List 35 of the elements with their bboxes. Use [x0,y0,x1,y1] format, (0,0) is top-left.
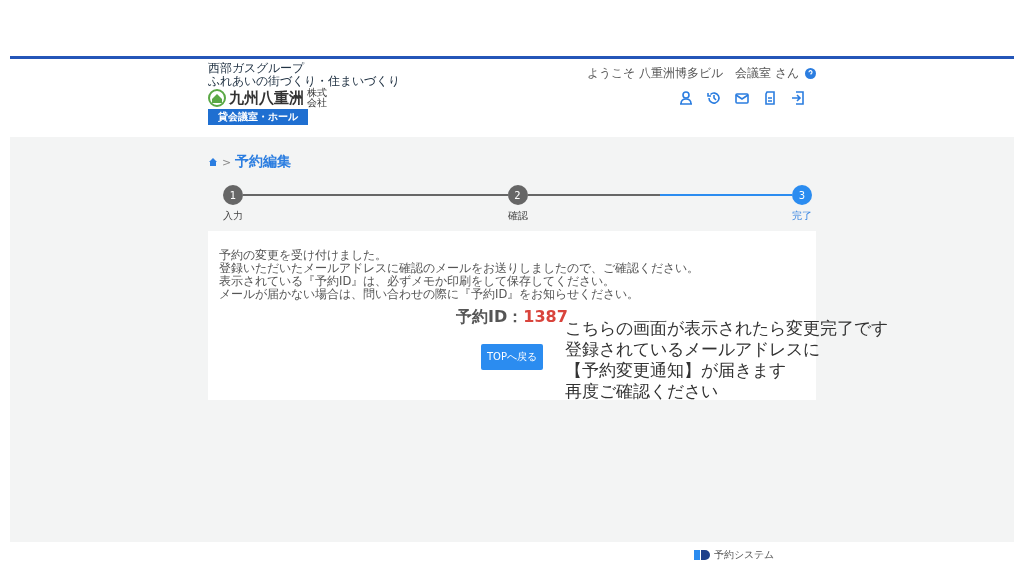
logout-icon[interactable] [790,90,806,106]
annotation-text: こちらの画面が表示されたら変更完了です [565,318,888,339]
system-logo-icon [694,550,710,560]
reservation-id-label: 予約ID： [456,307,524,328]
page-title: 予約編集 [235,153,292,171]
user-icon[interactable] [678,90,694,106]
breadcrumb-separator: > [222,155,232,169]
step-number: 3 [792,185,812,205]
back-to-top-button[interactable]: TOPへ戻る [481,344,543,370]
confirmation-message: メールが届かない場合は、問い合わせの際に『予約ID』をお知らせください。 [219,288,641,301]
company-slogan: ふれあいの街づくり・住まいづくり [208,75,400,88]
step-label: 確認 [507,209,528,223]
confirmation-message: 表示されている『予約ID』は、必ずメモか印刷をして保存してください。 [219,275,617,288]
step-number: 1 [223,185,243,205]
system-name: 予約システム [714,548,774,562]
house-logo-icon [208,89,226,107]
group-name: 西部ガスグループ [208,62,306,75]
welcome-text: ようこそ 八重洲博多ビル 会議室 さん [587,65,799,82]
annotation-text: 登録されているメールアドレスに [565,339,821,360]
confirmation-message: 予約の変更を受け付けました。 [219,249,388,262]
annotation-text: 【予約変更通知】が届きます [565,360,787,381]
reservation-id-value: 1387 [523,307,568,326]
step-label: 入力 [223,209,243,223]
annotation-text: 再度ご確認ください [565,381,719,402]
step-number: 2 [507,185,528,205]
mail-icon[interactable] [734,90,750,106]
document-icon[interactable] [762,90,778,106]
confirmation-message: 登録いただいたメールアドレスに確認のメールをお送りしましたので、ご確認ください。 [219,262,700,275]
help-icon[interactable] [805,68,816,79]
home-icon[interactable] [208,157,218,167]
company-suffix: 株式会社 [307,88,327,108]
history-icon[interactable] [706,90,722,106]
step-label: 完了 [792,209,812,223]
company-name: 九州八重洲 [229,88,304,108]
service-badge: 貸会議室・ホール [208,109,308,125]
